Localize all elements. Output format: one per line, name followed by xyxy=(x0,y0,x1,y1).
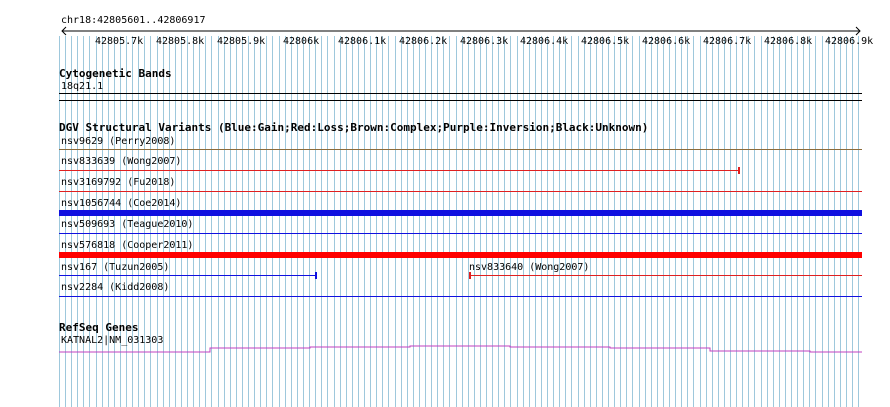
variant-feature[interactable] xyxy=(59,191,862,192)
tick-label: 42806.2k xyxy=(399,36,448,47)
tick-label: 42806.3k xyxy=(460,36,509,47)
variant-label[interactable]: nsv509693 (Teague2010) xyxy=(61,219,193,230)
tick-label: 42806.1k xyxy=(338,36,387,47)
variant-start-marker xyxy=(469,272,471,279)
dgv-track-title: DGV Structural Variants (Blue:Gain;Red:L… xyxy=(59,121,649,134)
variant-feature[interactable] xyxy=(59,252,862,258)
cytoband-track-title: Cytogenetic Bands xyxy=(59,67,172,80)
tick-label: 42806.5k xyxy=(581,36,630,47)
refseq-track-title: RefSeq Genes xyxy=(59,321,139,334)
tick-label: 42806.4k xyxy=(520,36,569,47)
variant-feature[interactable] xyxy=(59,210,862,216)
variant-feature[interactable] xyxy=(469,275,862,276)
variant-label[interactable]: nsv833640 (Wong2007) xyxy=(469,262,589,273)
variant-feature[interactable] xyxy=(59,149,862,150)
tick-label: 42805.7k xyxy=(95,36,144,47)
variant-end-marker xyxy=(315,272,317,279)
variant-feature[interactable] xyxy=(59,170,739,171)
variant-label[interactable]: nsv3169792 (Fu2018) xyxy=(61,177,175,188)
variant-label[interactable]: nsv833639 (Wong2007) xyxy=(61,156,181,167)
cytoband-label: 18q21.1 xyxy=(61,81,104,92)
variant-label[interactable]: nsv2284 (Kidd2008) xyxy=(61,282,169,293)
tick-label: 42806.9k xyxy=(825,36,874,47)
tick-label: 42806.7k xyxy=(703,36,752,47)
variant-feature[interactable] xyxy=(59,275,316,276)
variant-label[interactable]: nsv1056744 (Coe2014) xyxy=(61,198,181,209)
cytoband-line xyxy=(59,100,862,101)
variant-feature[interactable] xyxy=(59,233,862,234)
variant-label[interactable]: nsv167 (Tuzun2005) xyxy=(61,262,169,273)
tick-label: 42806k xyxy=(283,36,320,47)
gene-feature[interactable] xyxy=(0,340,890,360)
tick-label: 42806.6k xyxy=(642,36,691,47)
tick-label: 42805.9k xyxy=(217,36,266,47)
tick-label: 42806.8k xyxy=(764,36,813,47)
variant-label[interactable]: nsv9629 (Perry2008) xyxy=(61,136,175,147)
variant-feature[interactable] xyxy=(59,296,862,297)
cytoband-line xyxy=(59,93,862,94)
variant-end-marker xyxy=(738,167,740,174)
variant-label[interactable]: nsv576818 (Cooper2011) xyxy=(61,240,193,251)
tick-label: 42805.8k xyxy=(156,36,205,47)
